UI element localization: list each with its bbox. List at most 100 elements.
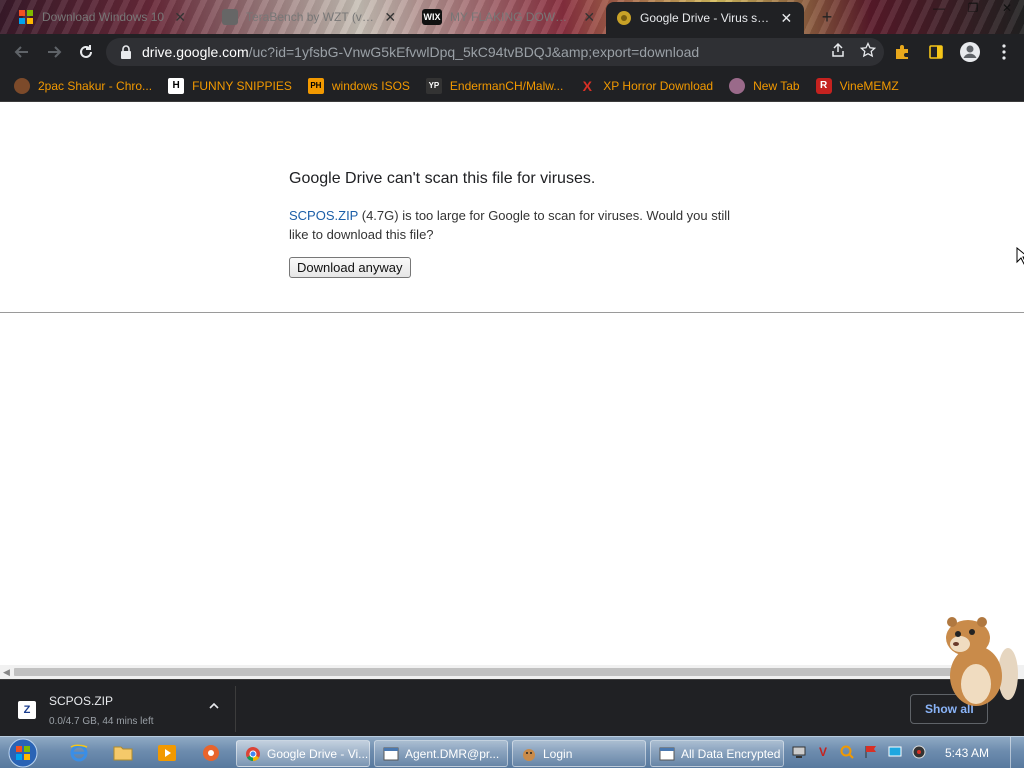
horizontal-scrollbar[interactable]: ◀ [0, 665, 1024, 679]
restore-button[interactable]: ❐ [956, 0, 990, 18]
taskbar-item-chrome[interactable]: Google Drive - Vi... [236, 740, 370, 767]
tab-strip: Download Windows 10 ✕ TeraBench by WZT (… [0, 0, 1024, 34]
globe-bookmark-icon [729, 77, 746, 94]
windows-orb-icon [8, 738, 38, 768]
bookmark-label: VineMEMZ [839, 78, 899, 93]
bookmark-label: windows ISOS [331, 78, 410, 93]
download-shelf: Z SCPOS.ZIP 0.0/4.7 GB, 44 mins left Sho… [0, 679, 1024, 736]
wix-favicon-icon: WIX [422, 9, 442, 25]
tab-close-icon[interactable]: ✕ [779, 10, 794, 27]
window-icon [659, 747, 675, 760]
forward-button[interactable] [38, 36, 70, 68]
bookmark-label: FUNNY SNIPPIES [192, 78, 292, 93]
yp-bookmark-icon: YP [425, 77, 442, 94]
v-tray-icon[interactable]: V [814, 743, 832, 761]
forward-arrow-icon [48, 46, 62, 58]
toolbar-right [890, 34, 1016, 70]
omnibox-actions [830, 41, 877, 62]
profile-avatar-icon[interactable] [958, 40, 982, 64]
show-desktop-button[interactable] [1010, 737, 1024, 769]
network-tray-icon[interactable] [790, 743, 808, 761]
tab-close-icon[interactable]: ✕ [583, 9, 596, 26]
file-link[interactable]: SCPOS.ZIP [289, 208, 358, 223]
file-explorer-icon[interactable] [108, 741, 138, 765]
hamster-icon [523, 748, 535, 761]
bookmark-item[interactable]: YP EndermanCH/Malw... [425, 77, 564, 94]
download-item[interactable]: Z SCPOS.ZIP 0.0/4.7 GB, 44 mins left [10, 686, 236, 732]
taskbar-item-label: Google Drive - Vi... [267, 746, 369, 761]
address-bar[interactable]: drive.google.com/uc?id=1yfsbG-VnwG5kEfvw… [106, 38, 884, 66]
close-window-button[interactable]: ✕ [990, 0, 1024, 18]
bookmark-label: EndermanCH/Malw... [449, 78, 564, 93]
reload-icon [80, 45, 92, 58]
system-tray: V [790, 743, 928, 761]
back-button[interactable] [6, 36, 38, 68]
download-status: 0.0/4.7 GB, 44 mins left [49, 716, 154, 727]
ph-bookmark-icon: PH [307, 77, 324, 94]
bookmark-item[interactable]: 2pac Shakur - Chro... [14, 77, 153, 94]
puzzle-bookmark-icon [14, 77, 30, 94]
bookmark-label: New Tab [753, 78, 800, 93]
tab-close-icon[interactable]: ✕ [382, 9, 398, 26]
side-panel-icon[interactable] [924, 40, 948, 64]
bookmark-item[interactable]: New Tab [729, 77, 800, 94]
bookmark-item[interactable]: R VineMEMZ [815, 77, 899, 94]
url-text: drive.google.com/uc?id=1yfsbG-VnwG5kEfvw… [142, 44, 699, 60]
bookmark-label: XP Horror Download [603, 78, 714, 93]
volume-tray-icon[interactable] [910, 743, 928, 761]
h-bookmark-icon: H [168, 77, 185, 94]
media-player-icon[interactable] [152, 741, 182, 765]
display-tray-icon[interactable] [886, 743, 904, 761]
browser-toolbar: drive.google.com/uc?id=1yfsbG-VnwG5kEfvw… [0, 34, 1024, 70]
tab-close-icon[interactable]: ✕ [172, 9, 188, 26]
chevron-up-icon[interactable] [206, 700, 222, 716]
window-icon [383, 747, 399, 760]
lock-icon[interactable] [118, 44, 134, 60]
bookmark-item[interactable]: H FUNNY SNIPPIES [168, 77, 292, 94]
file-size: (4.7G) [358, 208, 399, 223]
virus-scan-message: SCPOS.ZIP (4.7G) is too large for Google… [289, 206, 749, 244]
scrollbar-thumb[interactable] [14, 668, 954, 676]
reload-button[interactable] [70, 36, 102, 68]
bookmarks-bar: 2pac Shakur - Chro... H FUNNY SNIPPIES PH wi… [0, 70, 1024, 102]
bookmark-item[interactable]: X XP Horror Download [579, 77, 714, 94]
windows-favicon-icon [18, 9, 34, 25]
download-file-name: SCPOS.ZIP [49, 694, 114, 708]
tab-download-windows[interactable]: Download Windows 10 ✕ [8, 2, 208, 32]
start-button[interactable] [6, 737, 42, 769]
app-shortcut-icon[interactable] [196, 741, 226, 765]
bookmark-star-icon[interactable] [859, 41, 877, 62]
taskbar-item-login[interactable]: Login [512, 740, 646, 767]
hamster-pet-icon[interactable] [938, 614, 1024, 710]
page-content: Google Drive can't scan this file for vi… [0, 103, 1024, 665]
search-tray-icon[interactable] [838, 743, 856, 761]
windows-taskbar: Google Drive - Vi... Agent.DMR@pr... Log… [0, 736, 1024, 769]
taskbar-clock[interactable]: 5:43 AM [945, 746, 989, 760]
page-title: Google Drive can't scan this file for vi… [289, 170, 596, 187]
download-anyway-button[interactable]: Download anyway [289, 257, 411, 278]
scroll-left-icon[interactable]: ◀ [3, 667, 10, 678]
r-bookmark-icon: R [815, 77, 832, 94]
bookmark-item[interactable]: PH windows ISOS [307, 77, 410, 94]
new-tab-button[interactable]: + [816, 6, 838, 28]
tab-my-downloads[interactable]: WIX MY FLAKING DOWNLOA... ✕ [412, 2, 606, 32]
x-bookmark-icon: X [582, 77, 592, 94]
chrome-icon [246, 746, 260, 761]
taskbar-item-label: Agent.DMR@pr... [405, 746, 500, 761]
zip-file-icon: Z [18, 701, 36, 719]
bookmark-label: 2pac Shakur - Chro... [38, 78, 153, 93]
minimize-button[interactable]: — [922, 0, 956, 18]
url-path: /uc?id=1yfsbG-VnwG5kEfvwlDpq_5kC94tvBDQJ… [248, 44, 700, 60]
taskbar-item-agent[interactable]: Agent.DMR@pr... [374, 740, 508, 767]
share-icon[interactable] [830, 42, 846, 62]
tab-google-drive[interactable]: Google Drive - Virus scan ✕ [606, 2, 804, 34]
flag-tray-icon[interactable] [862, 743, 880, 761]
internet-explorer-icon[interactable] [64, 741, 94, 765]
extensions-puzzle-icon[interactable] [890, 40, 914, 64]
taskbar-item-encrypted[interactable]: All Data Encrypted [650, 740, 784, 767]
tab-terabench[interactable]: TeraBench by WZT (v1.1 ✕ [212, 2, 408, 32]
menu-kebab-icon[interactable] [992, 40, 1016, 64]
divider [0, 312, 1024, 313]
taskbar-item-label: Login [543, 746, 573, 761]
tab-title: Download Windows 10 [42, 10, 165, 24]
